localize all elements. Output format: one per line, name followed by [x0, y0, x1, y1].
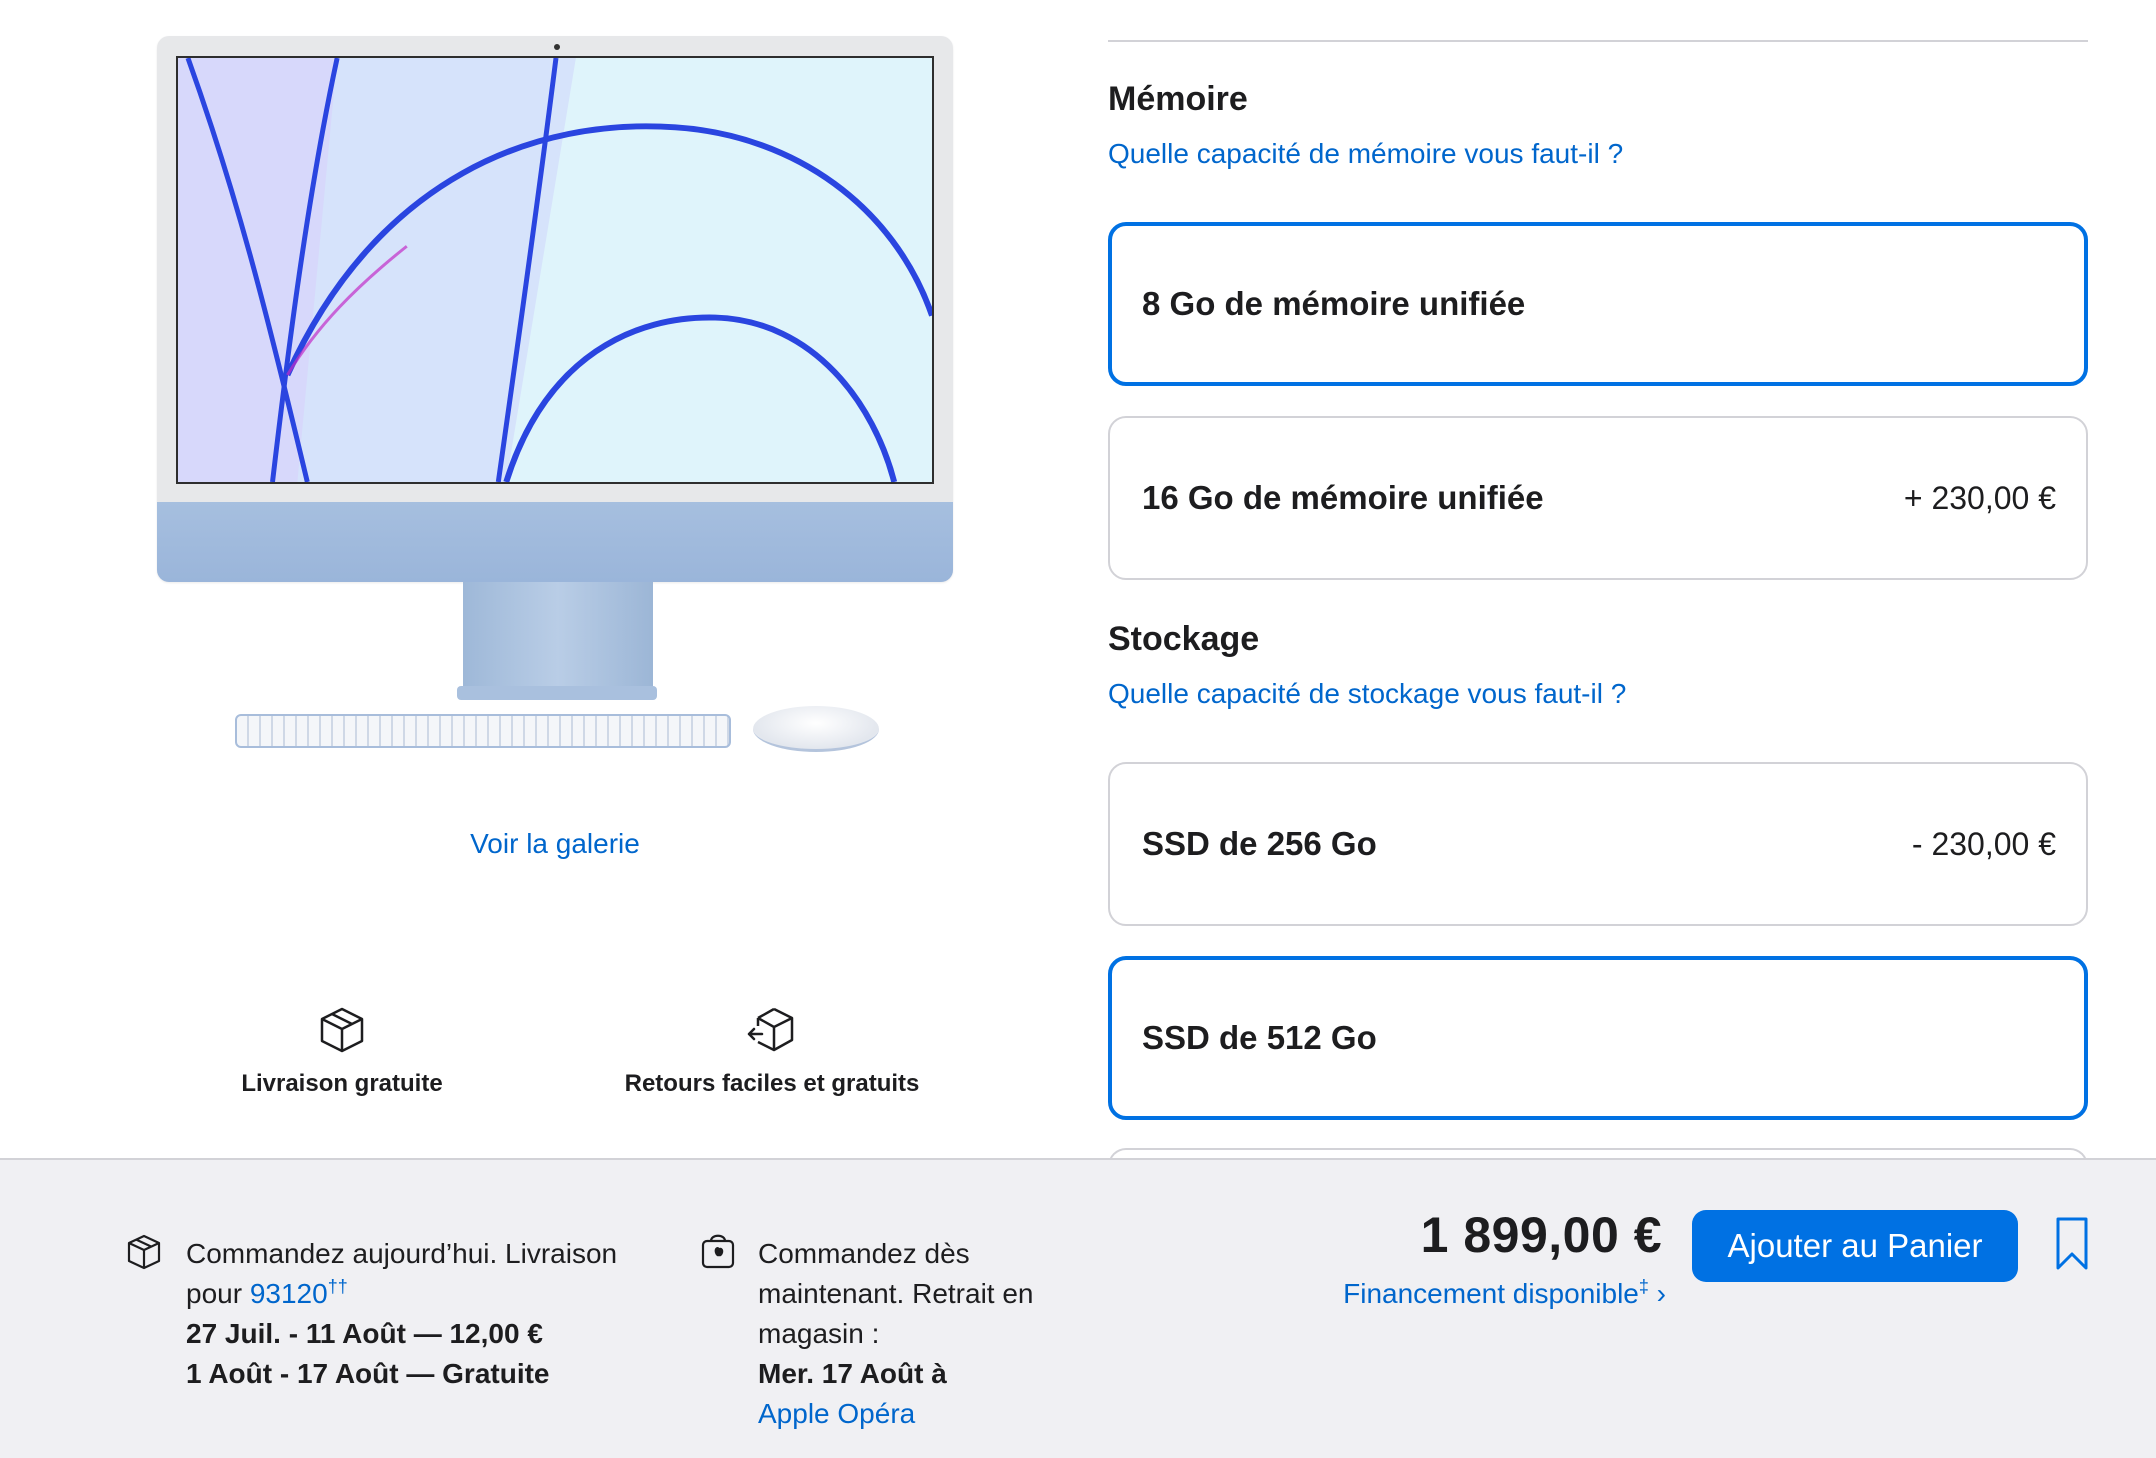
memory-section-title: Mémoire — [1108, 80, 1248, 118]
shopping-bag-icon — [701, 1234, 735, 1269]
view-gallery-link[interactable]: Voir la galerie — [155, 828, 955, 860]
box-icon — [127, 1234, 161, 1270]
feature-free-returns: Retours faciles et gratuits — [612, 1004, 932, 1098]
imac-chin — [157, 502, 953, 582]
chevron-right-icon: › — [1656, 1278, 1666, 1309]
pickup-info: Commandez dès maintenant. Retrait en mag… — [758, 1234, 1078, 1434]
option-price: - 230,00 € — [1911, 825, 2056, 862]
checkout-bar: Commandez aujourd’hui. Livraison pour 93… — [0, 1158, 2156, 1458]
storage-help-link[interactable]: Quelle capacité de stockage vous faut-il… — [1108, 678, 1626, 710]
zip-footnote: †† — [327, 1276, 348, 1297]
box-icon — [320, 1007, 364, 1053]
feature-free-delivery: Livraison gratuite — [232, 1004, 452, 1098]
option-label: 16 Go de mémoire unifiée — [1142, 479, 1544, 516]
zip-code: 93120 — [249, 1278, 328, 1309]
option-label: 8 Go de mémoire unifiée — [1142, 285, 1526, 322]
option-label: SSD de 256 Go — [1142, 825, 1377, 862]
magic-mouse — [753, 706, 879, 752]
pickup-line1: Commandez dès — [758, 1238, 970, 1269]
delivery-option-1: 27 Juil. - 11 Août — 12,00 € — [186, 1318, 543, 1349]
pickup-date: Mer. 17 Août à — [758, 1358, 947, 1389]
financing-label: Financement disponible — [1343, 1278, 1639, 1309]
option-price: + 230,00 € — [1903, 479, 2056, 516]
delivery-info: Commandez aujourd’hui. Livraison pour 93… — [186, 1234, 666, 1394]
storage-section-title: Stockage — [1108, 620, 1260, 658]
add-to-cart-button[interactable]: Ajouter au Panier — [1692, 1210, 2018, 1282]
financing-link[interactable]: Financement disponible‡ › — [1300, 1278, 1666, 1310]
store-link[interactable]: Apple Opéra — [758, 1398, 915, 1429]
pickup-line2: maintenant. Retrait en — [758, 1278, 1034, 1309]
option-label: SSD de 512 Go — [1142, 1019, 1377, 1056]
product-image: Voir la galerie — [155, 36, 955, 859]
camera-dot — [554, 44, 560, 50]
feature-label: Livraison gratuite — [241, 1070, 443, 1097]
imac-stand-foot — [457, 686, 657, 700]
storage-option-512gb[interactable]: SSD de 512 Go — [1108, 956, 2088, 1120]
imac-stand — [463, 582, 653, 692]
magic-keyboard — [235, 714, 731, 748]
bookmark-icon[interactable] — [2054, 1216, 2090, 1272]
delivery-line1: Commandez aujourd’hui. Livraison — [186, 1238, 618, 1269]
financing-footnote: ‡ — [1638, 1276, 1649, 1297]
return-box-icon — [747, 1007, 794, 1052]
total-price: 1 899,00 € — [1420, 1207, 1662, 1263]
feature-label: Retours faciles et gratuits — [624, 1070, 920, 1097]
memory-help-link[interactable]: Quelle capacité de mémoire vous faut-il … — [1108, 138, 1623, 170]
section-divider — [1108, 40, 2088, 42]
delivery-line2-prefix: pour — [186, 1278, 243, 1309]
memory-option-8gb[interactable]: 8 Go de mémoire unifiée — [1108, 222, 2088, 386]
storage-option-256gb[interactable]: SSD de 256 Go - 230,00 € — [1108, 762, 2088, 926]
delivery-option-2: 1 Août - 17 Août — Gratuite — [186, 1358, 550, 1389]
imac-wallpaper — [176, 56, 934, 484]
zip-code-link[interactable]: 93120†† — [250, 1278, 348, 1309]
memory-option-16gb[interactable]: 16 Go de mémoire unifiée + 230,00 € — [1108, 416, 2088, 580]
pickup-line3: magasin : — [758, 1318, 880, 1349]
imac-monitor — [157, 36, 953, 582]
